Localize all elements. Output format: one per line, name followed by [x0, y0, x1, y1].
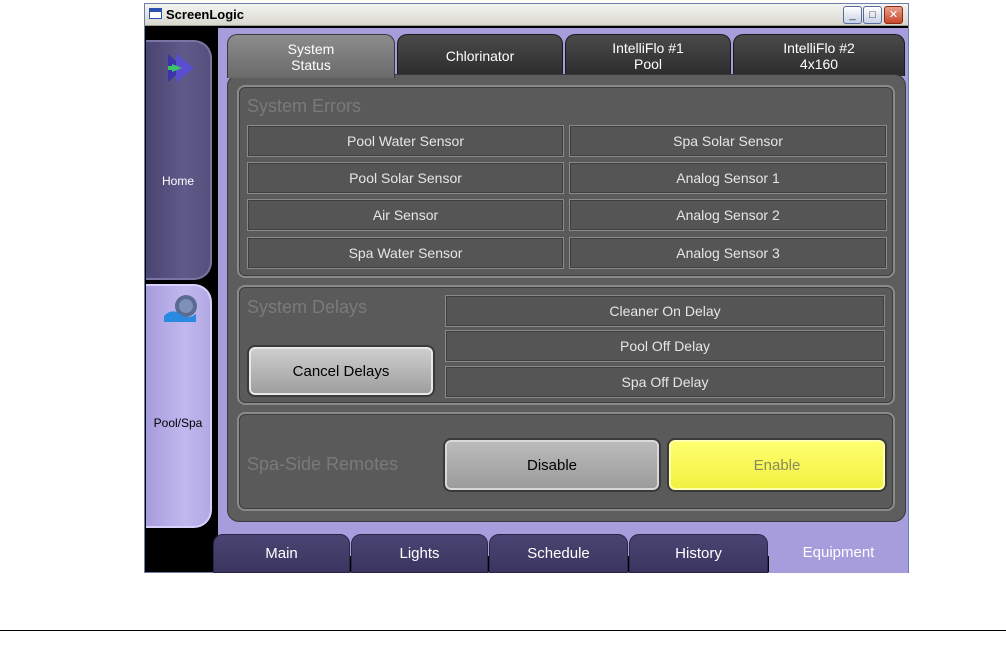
tab-system-status-label: System Status	[287, 40, 335, 73]
tab-lights[interactable]: Lights	[351, 534, 488, 573]
app-window-icon	[149, 8, 162, 19]
screenlogic-window: ScreenLogic _ □ ✕ Home Pool/Spa System S…	[144, 3, 909, 573]
home-arrow-icon	[168, 54, 194, 82]
system-delays-title: System Delays	[247, 297, 368, 317]
tab-main[interactable]: Main	[213, 534, 350, 573]
spa-side-remotes-title: Spa-Side Remotes	[247, 454, 399, 474]
system-errors-title: System Errors	[247, 96, 362, 116]
delay-cell-pool-off: Pool Off Delay	[445, 330, 885, 362]
error-cell-analog-sensor-2: Analog Sensor 2	[569, 199, 887, 231]
system-status-panel: System Errors Pool Water Sensor Pool Sol…	[227, 74, 906, 522]
tab-chlorinator-label: Chlorinator	[445, 47, 515, 64]
error-cell-pool-solar-sensor: Pool Solar Sensor	[247, 162, 564, 194]
maximize-button[interactable]: □	[863, 6, 882, 24]
pool-spa-icon	[164, 295, 197, 322]
page-divider-line	[0, 630, 1006, 631]
tab-intelliflo-2[interactable]: IntelliFlo #2 4x160	[733, 34, 905, 76]
error-cell-spa-solar-sensor: Spa Solar Sensor	[569, 125, 887, 157]
tab-intelliflo-2-label: IntelliFlo #2 4x160	[783, 39, 855, 72]
system-delays-group: System Delays Cancel Delays Cleaner On D…	[237, 285, 895, 405]
tab-schedule[interactable]: Schedule	[489, 534, 628, 573]
tab-system-status[interactable]: System Status	[227, 34, 395, 78]
error-cell-pool-water-sensor: Pool Water Sensor	[247, 125, 564, 157]
title-bar[interactable]: ScreenLogic _ □ ✕	[145, 4, 908, 26]
sidebar-home-label: Home	[161, 174, 194, 188]
enable-button[interactable]: Enable	[667, 438, 887, 492]
window-title: ScreenLogic	[166, 7, 245, 22]
sidebar-item-pool-spa[interactable]: Pool/Spa	[146, 284, 212, 528]
cancel-delays-button[interactable]: Cancel Delays	[247, 345, 435, 397]
system-errors-group: System Errors Pool Water Sensor Pool Sol…	[237, 85, 895, 278]
sidebar-item-home[interactable]: Home	[146, 40, 212, 280]
error-cell-analog-sensor-3: Analog Sensor 3	[569, 237, 887, 269]
disable-button[interactable]: Disable	[443, 438, 661, 492]
minimize-button[interactable]: _	[843, 6, 862, 24]
error-cell-spa-water-sensor: Spa Water Sensor	[247, 237, 564, 269]
sidebar-pool-label: Pool/Spa	[153, 416, 203, 430]
tab-equipment[interactable]: Equipment	[769, 532, 908, 573]
error-cell-air-sensor: Air Sensor	[247, 199, 564, 231]
tab-intelliflo-1-label: IntelliFlo #1 Pool	[612, 39, 684, 72]
tab-history[interactable]: History	[629, 534, 768, 573]
tab-chlorinator[interactable]: Chlorinator	[397, 34, 563, 76]
close-button[interactable]: ✕	[884, 6, 903, 24]
delay-cell-spa-off: Spa Off Delay	[445, 366, 885, 398]
error-cell-analog-sensor-1: Analog Sensor 1	[569, 162, 887, 194]
spa-side-remotes-group: Spa-Side Remotes Disable Enable	[237, 412, 895, 511]
tab-intelliflo-1[interactable]: IntelliFlo #1 Pool	[565, 34, 731, 76]
delay-cell-cleaner-on: Cleaner On Delay	[445, 295, 885, 327]
